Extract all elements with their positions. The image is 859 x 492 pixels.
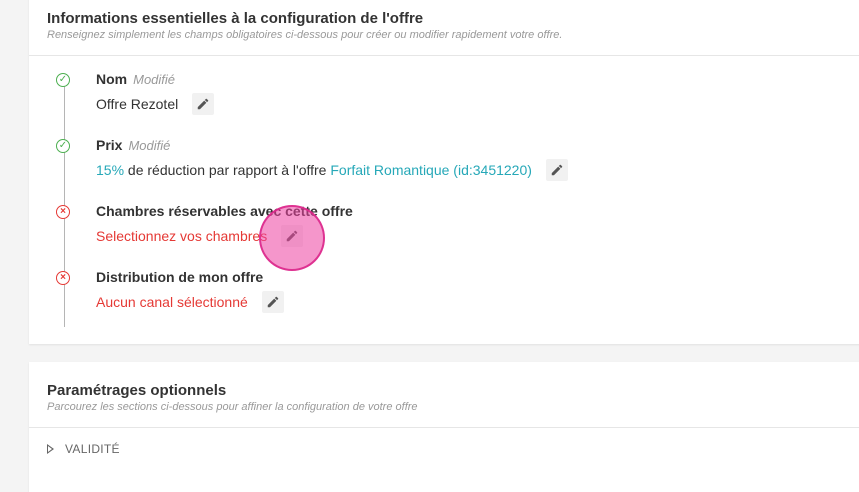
pencil-icon <box>267 296 279 308</box>
pencil-icon <box>551 164 563 176</box>
check-circle-icon: ✓ <box>56 73 70 87</box>
section-label: VALIDITÉ <box>65 442 120 456</box>
x-circle-icon: × <box>56 271 70 285</box>
step-value: Offre Rezotel <box>96 93 215 115</box>
optional-settings-card: Paramétrages optionnels Parcourez les se… <box>29 362 859 492</box>
essential-config-title: Informations essentielles à la configura… <box>47 10 424 27</box>
modified-label: Modifié <box>128 138 171 153</box>
step-value: Aucun canal sélectionné <box>96 291 284 313</box>
step-title-label: Prix <box>96 137 123 153</box>
check-circle-icon: ✓ <box>56 139 70 153</box>
offer-name-value: Offre Rezotel <box>96 96 179 112</box>
step-title: Prix Modifié <box>96 137 170 153</box>
step-value: 15% de réduction par rapport à l'offre F… <box>96 159 568 181</box>
step-title-label: Nom <box>96 71 128 87</box>
step-title: Nom Modifié <box>96 71 175 87</box>
essential-config-header: Informations essentielles à la configura… <box>29 0 859 42</box>
optional-settings-subtitle: Parcourez les sections ci-dessous pour a… <box>47 401 418 413</box>
essential-config-card: Informations essentielles à la configura… <box>29 0 859 344</box>
edit-distribution-button[interactable] <box>261 291 284 313</box>
distribution-error-value: Aucun canal sélectionné <box>96 294 248 310</box>
pencil-icon <box>197 98 209 110</box>
edit-price-button[interactable] <box>545 159 568 181</box>
essential-config-subtitle: Renseignez simplement les champs obligat… <box>47 29 563 41</box>
step-title-label: Distribution de mon offre <box>96 269 264 285</box>
triangle-right-icon <box>47 444 54 454</box>
edit-name-button[interactable] <box>192 93 215 115</box>
x-circle-icon: × <box>56 205 70 219</box>
rooms-error-value: Selectionnez vos chambres <box>96 228 268 244</box>
optional-settings-title: Paramétrages optionnels <box>47 382 227 399</box>
section-validite[interactable]: VALIDITÉ <box>47 442 120 456</box>
click-indicator <box>259 205 325 271</box>
step-title: Distribution de mon offre <box>96 269 263 285</box>
divider <box>29 427 859 428</box>
discount-percent: 15% <box>96 162 125 178</box>
discount-text: de réduction par rapport à l'offre <box>124 162 331 178</box>
modified-label: Modifié <box>133 72 176 87</box>
optional-settings-header: Paramétrages optionnels Parcourez les se… <box>29 362 859 414</box>
divider <box>29 55 859 56</box>
reference-offer-link[interactable]: Forfait Romantique (id:3451220) <box>330 162 532 178</box>
